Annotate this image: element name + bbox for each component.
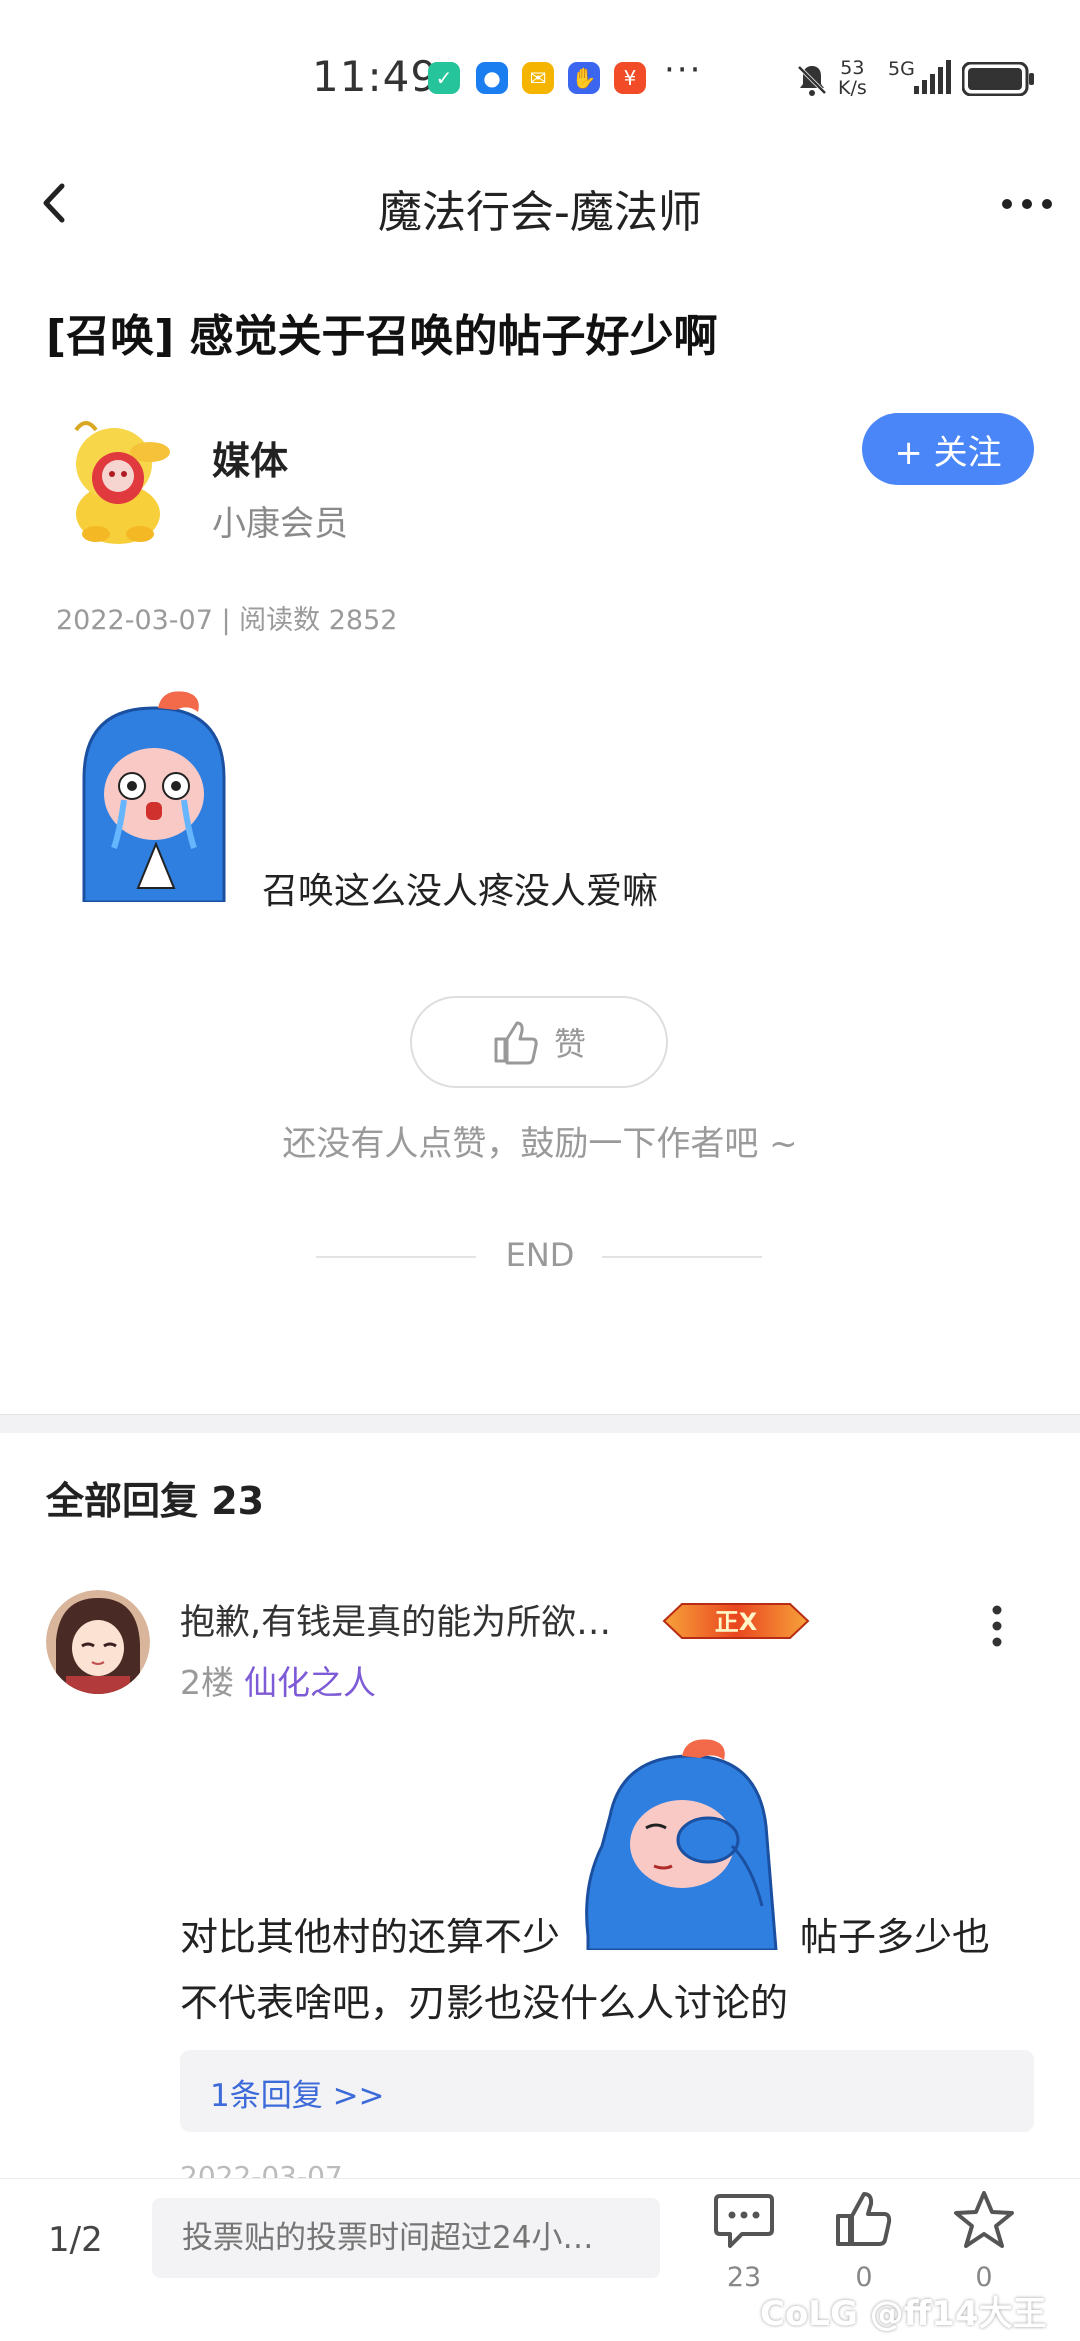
sub-reply-link[interactable]: 1条回复 >> (210, 2070, 385, 2115)
comment-input-box[interactable] (152, 2198, 660, 2278)
signal-icon (914, 60, 951, 94)
reply-floor: 2楼 (180, 1663, 234, 1702)
author-rank: 小康会员 (212, 504, 348, 544)
net-speed: 53 K/s (838, 57, 867, 99)
comment-input[interactable] (152, 2198, 660, 2278)
sub-reply-box[interactable]: 1条回复 >> (180, 2050, 1034, 2132)
comment-icon[interactable] (712, 2188, 776, 2252)
like-hint: 还没有人点赞，鼓励一下作者吧 ~ (282, 1124, 798, 1164)
end-label: END (505, 1236, 575, 1274)
like-button[interactable]: 赞 (410, 996, 668, 1088)
favorite-star-icon[interactable] (952, 2188, 1016, 2252)
follow-button[interactable]: + 关注 (862, 413, 1034, 485)
reply-avatar[interactable] (46, 1590, 150, 1694)
section-divider (0, 1414, 1080, 1433)
crying-mascot-sticker (82, 691, 226, 902)
author-avatar[interactable] (56, 414, 174, 546)
watermark: CoLG @ff14大王 (760, 2294, 1047, 2334)
status-more-icon: ··· (664, 50, 703, 90)
like-label: 赞 (553, 1025, 586, 1063)
replies-header: 全部回复 23 (46, 1479, 265, 1523)
mute-bell-icon (797, 65, 827, 96)
hand-app-icon: ✋ (568, 62, 600, 94)
end-divider-right (602, 1256, 762, 1258)
reply-more-icon[interactable] (990, 1604, 1004, 1648)
like-icon[interactable] (832, 2188, 896, 2252)
thumbs-up-icon (494, 1021, 538, 1065)
author-name[interactable]: 媒体 (212, 430, 288, 485)
badge-text: 正X (715, 1608, 758, 1636)
post-title: [召唤] 感觉关于召唤的帖子好少啊 (46, 311, 718, 362)
page-indicator[interactable]: 1/2 (48, 2220, 103, 2260)
more-options-icon[interactable] (1000, 196, 1054, 212)
network-type: 5G (888, 58, 915, 80)
battery-icon (962, 62, 1034, 96)
reply-text-line2: 不代表啥吧，刃影也没什么人讨论的 (180, 1981, 789, 2025)
reply-text-part1: 对比其他村的还算不少 (180, 1915, 561, 1959)
post-meta: 2022-03-07 | 阅读数 2852 (56, 605, 398, 636)
red-packet-app-icon: ¥ (614, 62, 646, 94)
page-title: 魔法行会-魔法师 (378, 187, 702, 238)
mail-app-icon: ✉ (522, 62, 554, 94)
reply-text-part2: 帖子多少也 (800, 1915, 991, 1959)
level-badge: 正X (662, 1603, 810, 1639)
facepalm-mascot-sticker (585, 1739, 778, 1950)
post-body-text: 召唤这么没人疼没人爱嘛 (262, 871, 659, 912)
shield-app-icon: ✓ (428, 62, 460, 94)
assistant-app-icon: ● (476, 62, 508, 94)
reply-title[interactable]: 抱歉,有钱是真的能为所欲… (180, 1594, 640, 1645)
reply-username[interactable]: 仙化之人 (244, 1656, 376, 1704)
status-time: 11:49 (312, 52, 439, 101)
